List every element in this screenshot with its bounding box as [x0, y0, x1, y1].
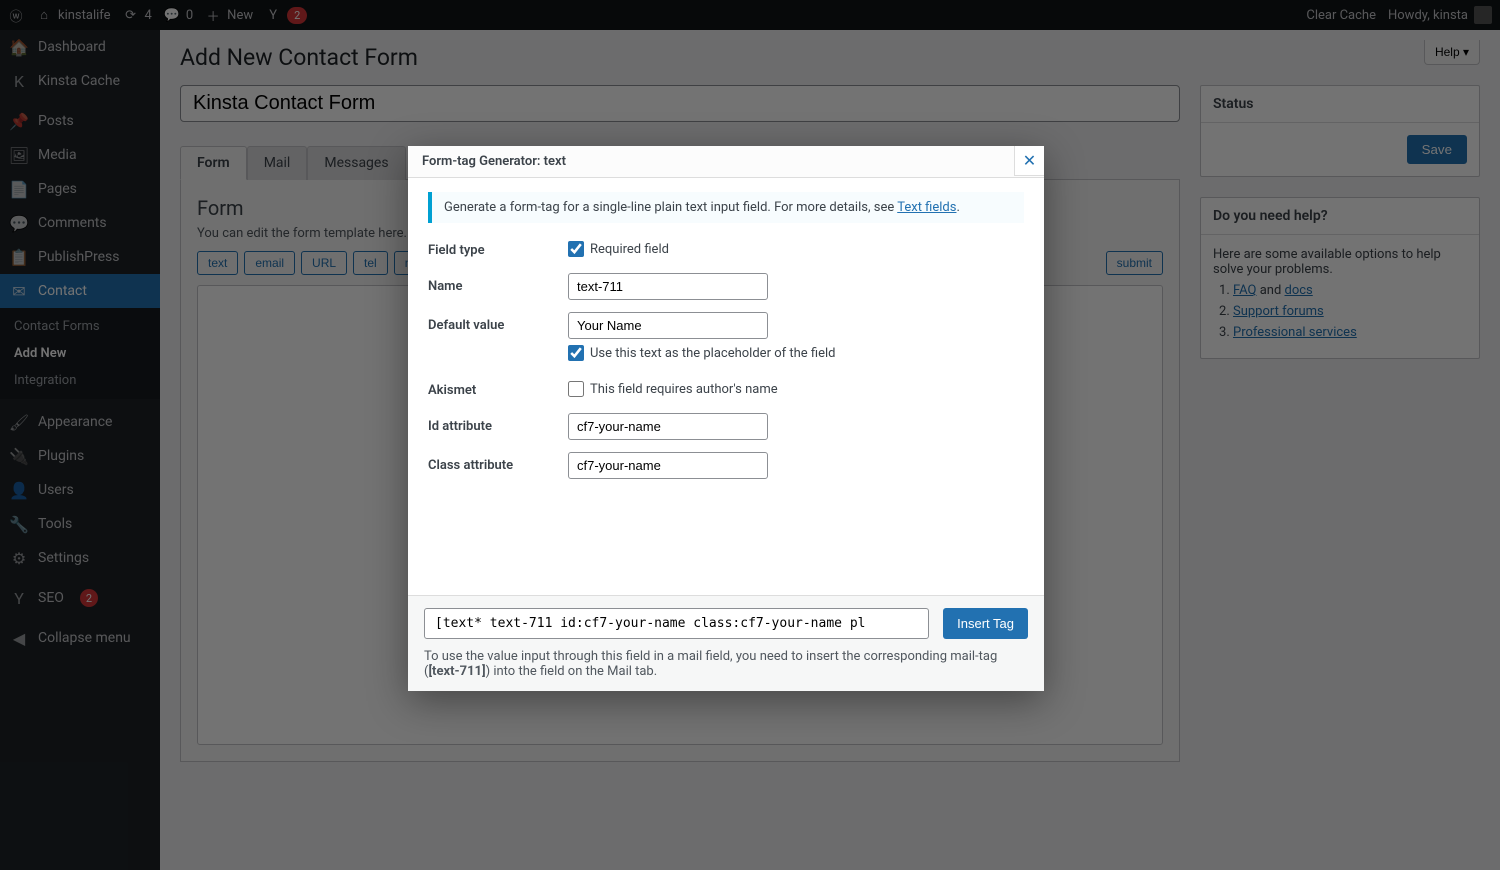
name-input[interactable]	[568, 273, 768, 300]
name-label: Name	[428, 273, 568, 294]
tag-output[interactable]	[424, 608, 929, 639]
modal-title: Form-tag Generator: text	[408, 146, 1044, 178]
close-icon: ✕	[1023, 151, 1036, 171]
required-checkbox[interactable]	[568, 241, 584, 257]
placeholder-checkbox[interactable]	[568, 345, 584, 361]
insert-tag-button[interactable]: Insert Tag	[943, 608, 1028, 639]
akismet-label: Akismet	[428, 377, 568, 398]
akismet-checkbox-wrap[interactable]: This field requires author's name	[568, 381, 1024, 397]
placeholder-checkbox-wrap[interactable]: Use this text as the placeholder of the …	[568, 345, 1024, 361]
modal-close-button[interactable]: ✕	[1014, 146, 1044, 176]
default-value-input[interactable]	[568, 312, 768, 339]
id-attr-input[interactable]	[568, 413, 768, 440]
footer-note: To use the value input through this fiel…	[424, 649, 1028, 679]
required-checkbox-wrap[interactable]: Required field	[568, 241, 1024, 257]
class-attr-input[interactable]	[568, 452, 768, 479]
modal-footer: Insert Tag To use the value input throug…	[408, 595, 1044, 691]
form-tag-modal: Form-tag Generator: text ✕ Generate a fo…	[408, 146, 1044, 691]
akismet-checkbox[interactable]	[568, 381, 584, 397]
text-fields-link[interactable]: Text fields	[897, 200, 956, 215]
class-attr-label: Class attribute	[428, 452, 568, 473]
default-label: Default value	[428, 312, 568, 333]
modal-info: Generate a form-tag for a single-line pl…	[428, 192, 1024, 223]
id-attr-label: Id attribute	[428, 413, 568, 434]
field-type-label: Field type	[428, 237, 568, 258]
